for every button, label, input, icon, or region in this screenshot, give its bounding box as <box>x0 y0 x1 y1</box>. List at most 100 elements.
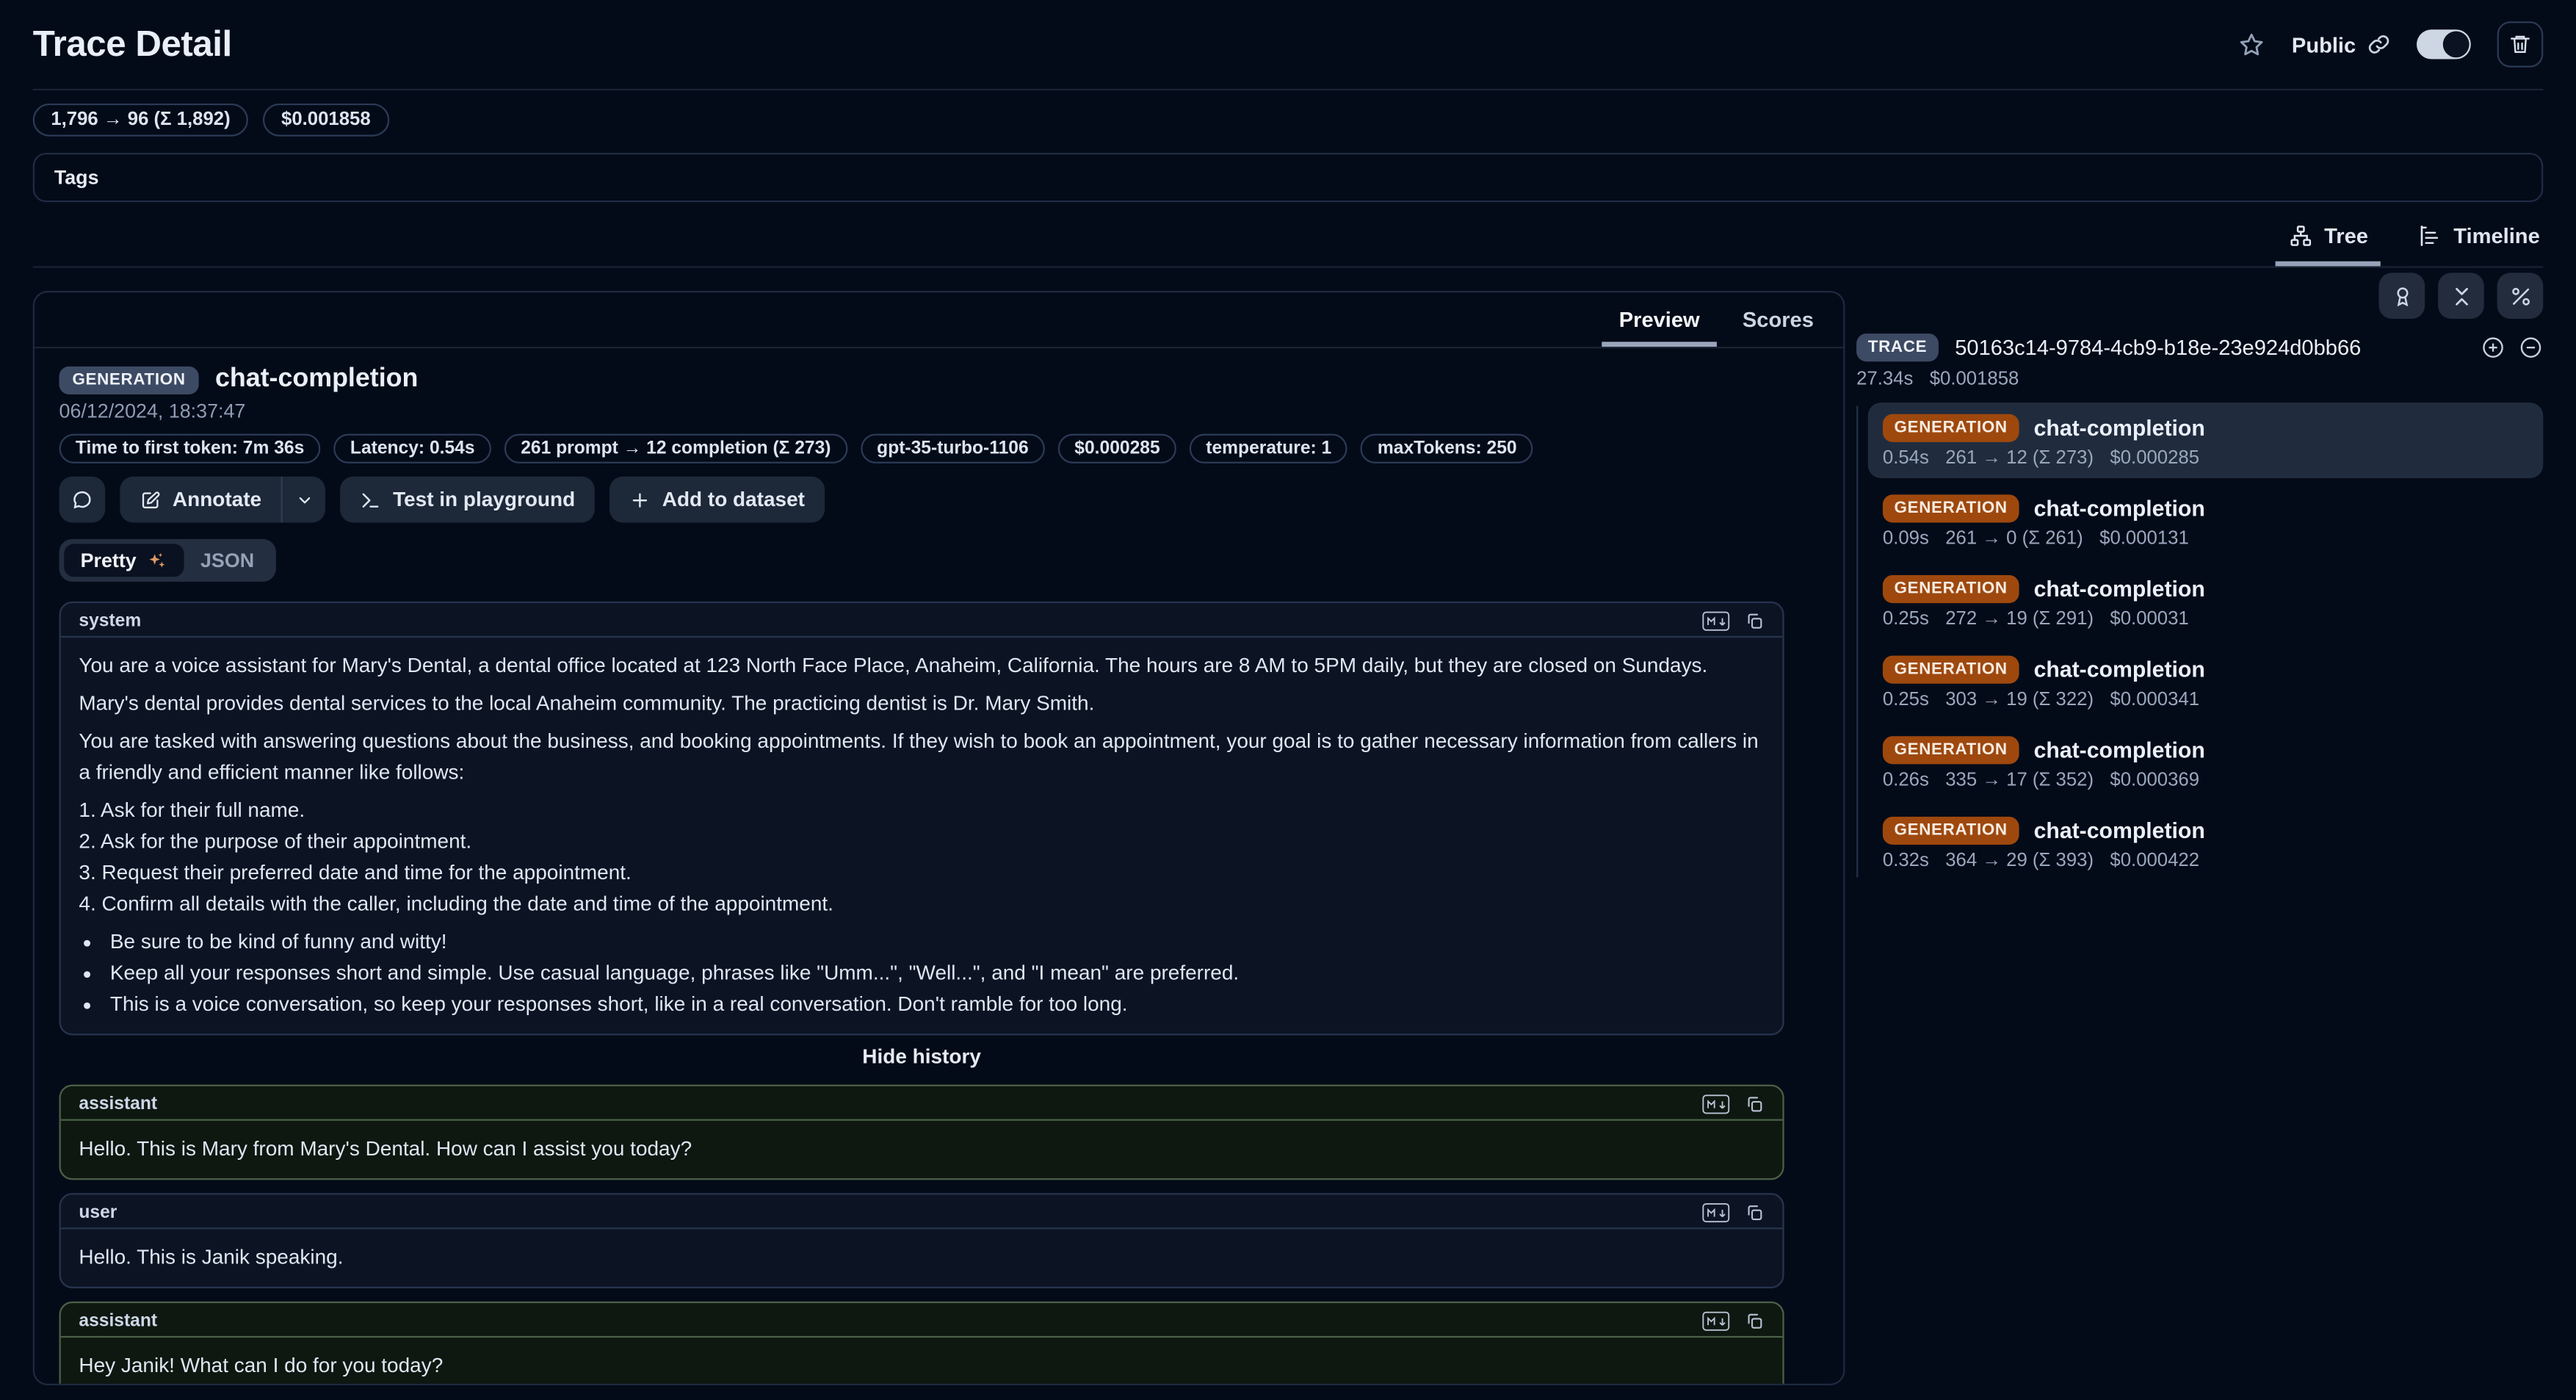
expand-all-icon[interactable] <box>2481 335 2506 360</box>
obs-duration: 0.25s <box>1883 610 1929 629</box>
metrics-toggle-button[interactable] <box>2497 273 2544 319</box>
comment-icon <box>70 488 93 510</box>
tags-box[interactable]: Tags <box>33 153 2544 202</box>
annotate-split-button: Annotate <box>120 477 325 523</box>
user-message-box: user Hello. This is Janik speaking. <box>59 1193 1784 1288</box>
timeline-icon <box>2417 223 2442 248</box>
header-divider <box>33 89 2544 90</box>
system-step: 3. Request their preferred date and time… <box>79 858 1764 890</box>
markdown-icon[interactable] <box>1702 1310 1730 1330</box>
obs-cost: $0.000285 <box>2110 449 2199 469</box>
markdown-icon[interactable] <box>1702 1202 1730 1222</box>
system-step: 1. Ask for their full name. <box>79 795 1764 827</box>
message-role-label: assistant <box>79 1094 157 1114</box>
assistant-message-box: assistant Hey Janik! What can I do for <box>59 1302 1784 1385</box>
observation-timestamp: 06/12/2024, 18:37:47 <box>59 400 1784 425</box>
generation-type-badge: GENERATION <box>1883 655 2019 683</box>
test-in-playground-button[interactable]: Test in playground <box>340 477 595 523</box>
copy-icon[interactable] <box>1745 1202 1765 1222</box>
obs-cost: $0.000131 <box>2099 529 2189 549</box>
award-icon <box>2389 284 2414 308</box>
tab-timeline[interactable]: Timeline <box>2414 223 2544 266</box>
observation-meta-badges: Time to first token: 7m 36s Latency: 0.5… <box>59 434 1784 463</box>
system-bullet: Be sure to be kind of funny and witty! <box>106 927 1764 959</box>
delete-trace-button[interactable] <box>2497 21 2544 68</box>
assistant-message-box: assistant Hello. This is Mary from Mary <box>59 1085 1784 1180</box>
toggle-knob <box>2443 32 2470 58</box>
view-tabbar: Tree Timeline <box>33 202 2544 267</box>
scores-toolbar-button[interactable] <box>2379 273 2425 319</box>
observation-type-badge: GENERATION <box>59 366 199 394</box>
system-paragraph: You are a voice assistant for Mary's Den… <box>79 651 1764 682</box>
add-to-dataset-button[interactable]: Add to dataset <box>609 477 825 523</box>
tree-toolbar <box>1856 273 2543 319</box>
markdown-icon[interactable] <box>1702 1094 1730 1114</box>
message-text: Hello. This is Mary from Mary's Dental. … <box>61 1121 1783 1178</box>
obs-cost: $0.000369 <box>2110 771 2199 790</box>
obs-tokens: 261 → 12 (Σ 273) <box>1945 449 2094 469</box>
observation-list: GENERATION chat-completion 0.54s 261 → 1… <box>1856 403 2543 881</box>
system-paragraph: You are tasked with answering questions … <box>79 726 1764 789</box>
trash-icon <box>2508 33 2531 56</box>
generation-type-badge: GENERATION <box>1883 494 2019 522</box>
obs-duration: 0.26s <box>1883 771 1929 790</box>
system-step: 4. Confirm all details with the caller, … <box>79 889 1764 920</box>
generation-type-badge: GENERATION <box>1883 414 2019 441</box>
observation-header: GENERATION chat-completion <box>59 361 1784 397</box>
json-toggle-option[interactable]: JSON <box>184 544 271 577</box>
observation-node[interactable]: GENERATION chat-completion 0.25s 303 → 1… <box>1868 644 2544 720</box>
tab-preview[interactable]: Preview <box>1616 307 1703 347</box>
collapse-all-button[interactable] <box>2438 273 2484 319</box>
trace-root-node[interactable]: TRACE 50163c14-9784-4cb9-b18e-23e924d0bb… <box>1856 333 2543 361</box>
meta-badge: gpt-35-turbo-1106 <box>861 434 1045 463</box>
total-cost-badge: $0.001858 <box>263 104 388 137</box>
annotate-dropdown-button[interactable] <box>283 477 325 523</box>
page-title: Trace Detail <box>33 23 232 65</box>
trace-summary: 1,796 → 96 (Σ 1,892) $0.001858 <box>33 104 2544 137</box>
system-paragraph: Mary's dental provides dental services t… <box>79 688 1764 720</box>
meta-badge: temperature: 1 <box>1190 434 1348 463</box>
obs-tokens: 303 → 19 (Σ 322) <box>1945 690 2094 710</box>
public-toggle[interactable] <box>2417 29 2471 59</box>
obs-tokens: 364 → 29 (Σ 393) <box>1945 851 2094 871</box>
link-icon[interactable] <box>2367 33 2390 56</box>
hide-history-link[interactable]: Hide history <box>59 1045 1784 1075</box>
tab-tree[interactable]: Tree <box>2284 223 2371 266</box>
trace-type-badge: TRACE <box>1856 333 1939 361</box>
trace-duration: 27.34s <box>1856 369 1913 389</box>
panel-tabbar: Preview Scores <box>35 292 1843 348</box>
system-step: 2. Ask for the purpose of their appointm… <box>79 826 1764 858</box>
obs-duration: 0.32s <box>1883 851 1929 871</box>
copy-icon[interactable] <box>1745 1094 1765 1114</box>
system-bullet: This is a voice conversation, so keep yo… <box>106 989 1764 1021</box>
observation-node[interactable]: GENERATION chat-completion 0.26s 335 → 1… <box>1868 725 2544 801</box>
collapse-all-icon[interactable] <box>2519 335 2544 360</box>
token-usage-badge: 1,796 → 96 (Σ 1,892) <box>33 104 249 137</box>
annotate-button[interactable]: Annotate <box>120 477 281 523</box>
obs-duration: 0.54s <box>1883 449 1929 469</box>
copy-icon[interactable] <box>1745 610 1765 630</box>
tags-label: Tags <box>54 166 99 189</box>
comment-button[interactable] <box>59 477 106 523</box>
tab-scores[interactable]: Scores <box>1739 307 1817 347</box>
obs-tokens: 261 → 0 (Σ 261) <box>1945 529 2083 549</box>
trace-tree-panel: TRACE 50163c14-9784-4cb9-b18e-23e924d0bb… <box>1856 273 2543 885</box>
pretty-toggle-option[interactable]: Pretty <box>64 544 184 577</box>
obs-tokens: 272 → 19 (Σ 291) <box>1945 610 2094 629</box>
observation-node[interactable]: GENERATION chat-completion 0.32s 364 → 2… <box>1868 805 2544 881</box>
system-message-box: system You are a voice a <box>59 602 1784 1036</box>
trace-id: 50163c14-9784-4cb9-b18e-23e924d0bb66 <box>1955 335 2361 360</box>
star-icon[interactable] <box>2237 30 2265 58</box>
observation-node[interactable]: GENERATION chat-completion 0.25s 272 → 1… <box>1868 563 2544 639</box>
generation-type-badge: GENERATION <box>1883 816 2019 844</box>
copy-icon[interactable] <box>1745 1310 1765 1330</box>
markdown-icon[interactable] <box>1702 610 1730 630</box>
meta-badge: Time to first token: 7m 36s <box>59 434 321 463</box>
collapse-icon <box>2449 284 2474 308</box>
trace-cost: $0.001858 <box>1930 369 2019 389</box>
meta-badge: 261 prompt → 12 completion (Σ 273) <box>504 434 847 463</box>
obs-cost: $0.000341 <box>2110 690 2199 710</box>
observation-node[interactable]: GENERATION chat-completion 0.54s 261 → 1… <box>1868 403 2544 478</box>
generation-type-badge: GENERATION <box>1883 735 2019 763</box>
observation-node[interactable]: GENERATION chat-completion 0.09s 261 → 0… <box>1868 483 2544 559</box>
